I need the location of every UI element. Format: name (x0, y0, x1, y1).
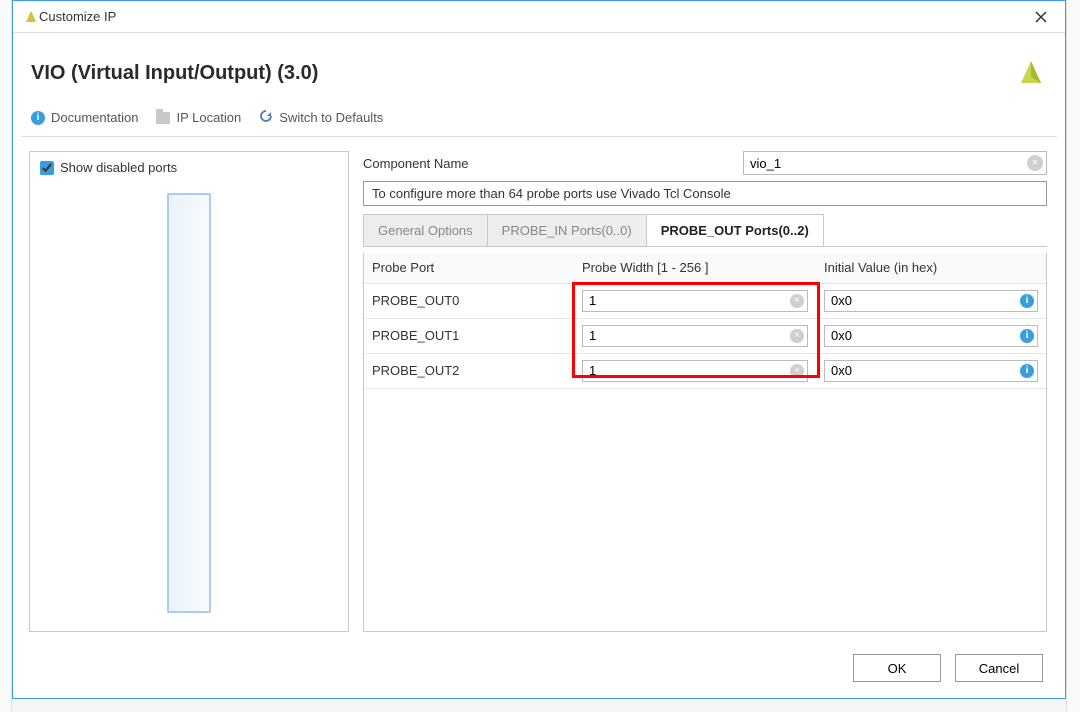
component-name-row: Component Name × (363, 151, 1047, 175)
header: VIO (Virtual Input/Output) (3.0) (13, 33, 1065, 109)
info-icon[interactable]: i (1020, 294, 1034, 308)
clear-icon[interactable]: × (790, 364, 804, 378)
ports-preview-panel: Show disabled ports (29, 151, 349, 632)
info-icon[interactable]: i (1020, 329, 1034, 343)
documentation-label: Documentation (51, 110, 138, 125)
show-disabled-ports-checkbox-row[interactable]: Show disabled ports (40, 160, 338, 175)
col-probe-width: Probe Width [1 - 256 ] (574, 253, 816, 283)
initial-value-input[interactable] (824, 290, 1038, 312)
folder-icon (156, 112, 170, 124)
toolbar: i Documentation IP Location Switch to De… (13, 109, 1065, 136)
titlebar: Customize IP (13, 1, 1065, 33)
xilinx-logo-large-icon (1015, 57, 1047, 89)
ip-block-preview (167, 193, 211, 613)
clear-icon[interactable]: × (790, 294, 804, 308)
clear-icon[interactable]: × (1027, 155, 1043, 171)
col-initial-value: Initial Value (in hex) (816, 253, 1046, 283)
info-icon[interactable]: i (1020, 364, 1034, 378)
probe-port-cell: PROBE_OUT1 (364, 318, 574, 353)
tab-body: Probe Port Probe Width [1 - 256 ] Initia… (363, 253, 1047, 632)
tab-probe-out[interactable]: PROBE_OUT Ports(0..2) (646, 214, 824, 246)
tab-strip: General Options PROBE_IN Ports(0..0) PRO… (363, 214, 1047, 247)
col-probe-port: Probe Port (364, 253, 574, 283)
ip-location-link[interactable]: IP Location (156, 110, 241, 125)
probe-width-input[interactable] (582, 325, 808, 347)
component-name-label: Component Name (363, 156, 731, 171)
ip-title: VIO (Virtual Input/Output) (3.0) (31, 62, 318, 85)
info-icon: i (31, 111, 45, 125)
documentation-link[interactable]: i Documentation (31, 110, 138, 125)
cancel-button[interactable]: Cancel (955, 654, 1043, 682)
show-disabled-ports-label: Show disabled ports (60, 160, 177, 175)
table-row: PROBE_OUT1 × i (364, 318, 1046, 353)
right-cutoff-strip (1066, 0, 1080, 712)
xilinx-logo-icon (23, 9, 39, 25)
main-area: Show disabled ports Component Name × To … (13, 137, 1065, 642)
info-bar: To configure more than 64 probe ports us… (363, 181, 1047, 206)
ip-location-label: IP Location (176, 110, 241, 125)
probe-port-cell: PROBE_OUT0 (364, 283, 574, 318)
initial-value-input[interactable] (824, 360, 1038, 382)
left-cutoff-strip (0, 0, 12, 712)
clear-icon[interactable]: × (790, 329, 804, 343)
probe-port-cell: PROBE_OUT2 (364, 353, 574, 388)
tab-general-options[interactable]: General Options (363, 214, 488, 246)
tab-probe-in[interactable]: PROBE_IN Ports(0..0) (487, 214, 647, 246)
probe-width-input[interactable] (582, 290, 808, 312)
probe-out-table: Probe Port Probe Width [1 - 256 ] Initia… (364, 253, 1046, 389)
customize-ip-dialog: Customize IP VIO (Virtual Input/Output) … (12, 0, 1066, 699)
component-name-input[interactable] (743, 151, 1047, 175)
dialog-footer: OK Cancel (13, 642, 1065, 698)
table-row: PROBE_OUT2 × i (364, 353, 1046, 388)
table-row: PROBE_OUT0 × i (364, 283, 1046, 318)
ok-button[interactable]: OK (853, 654, 941, 682)
window-title: Customize IP (39, 9, 1021, 24)
close-button[interactable] (1021, 3, 1061, 31)
initial-value-input[interactable] (824, 325, 1038, 347)
refresh-icon (259, 109, 273, 126)
show-disabled-ports-checkbox[interactable] (40, 161, 54, 175)
configuration-panel: Component Name × To configure more than … (363, 151, 1055, 632)
switch-to-defaults-label: Switch to Defaults (279, 110, 383, 125)
switch-to-defaults-link[interactable]: Switch to Defaults (259, 109, 383, 126)
probe-width-input[interactable] (582, 360, 808, 382)
